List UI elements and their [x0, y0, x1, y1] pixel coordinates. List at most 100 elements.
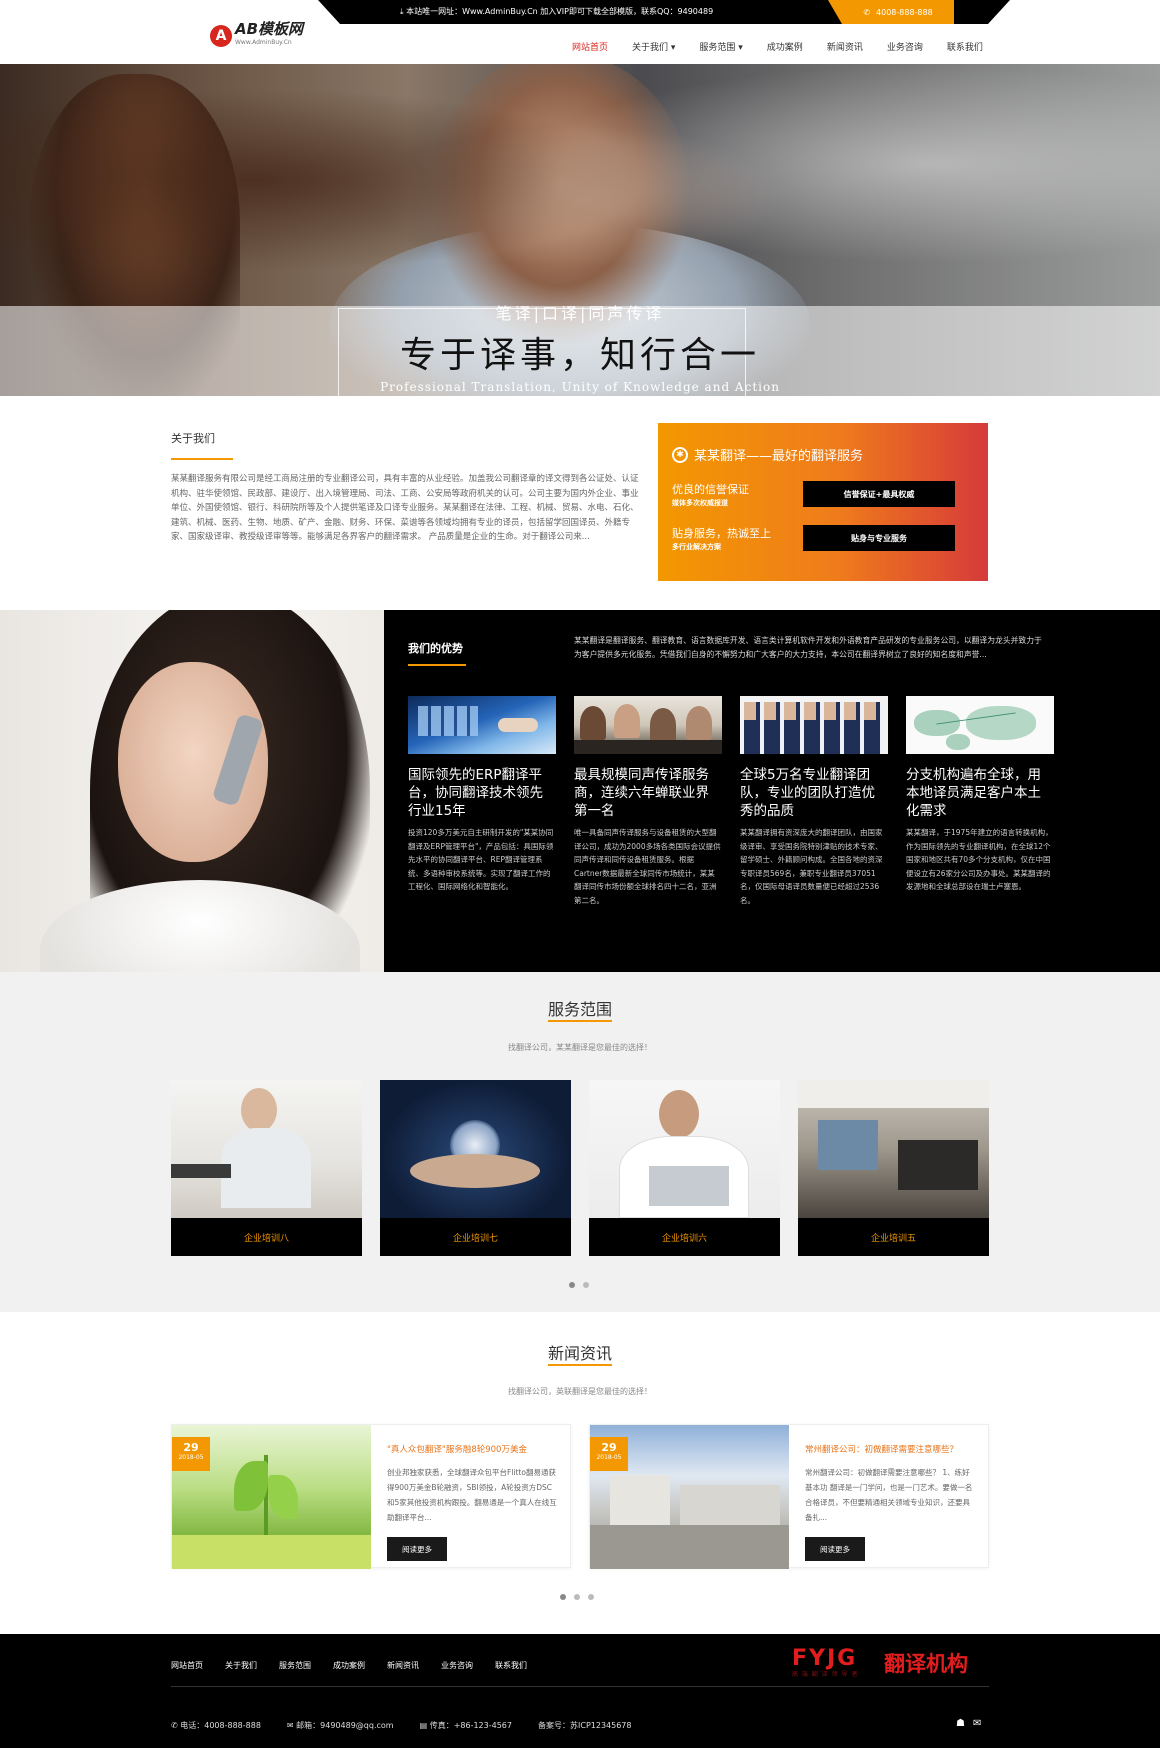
header-phone[interactable]: ✆ 4008-888-888 — [828, 0, 954, 24]
advantage-card[interactable]: 最具规模同声传译服务商，连续六年蝉联业界第一名 唯一具备同声传译服务与设备租赁的… — [574, 696, 722, 907]
services-title: 服务范围 — [547, 1000, 612, 1019]
nav-contact[interactable]: 联系我们 — [935, 40, 995, 53]
notice-text: ⤓ 本站唯一网址：Www.AdminBuy.Cn 加入VIP即可下载全部模版，联… — [400, 7, 714, 16]
news-card-title[interactable]: 常州翻译公司：初做翻译需要注意哪些？ — [805, 1443, 975, 1455]
footer-phone-text: 电话：4008-888-888 — [180, 1721, 261, 1730]
footer: 网站首页 关于我们 服务范围 成功案例 新闻资讯 业务咨询 联系我们 FYJG … — [0, 1634, 1160, 1748]
pagination-dot[interactable] — [569, 1282, 575, 1288]
footer-nav-consult[interactable]: 业务咨询 — [441, 1660, 473, 1671]
advantage-card-title: 最具规模同声传译服务商，连续六年蝉联业界第一名 — [574, 767, 709, 819]
news-date-badge: 29 2018-05 — [590, 1437, 628, 1471]
footer-phone: ✆ 电话：4008-888-888 — [171, 1720, 261, 1731]
about-title-underline — [171, 458, 233, 460]
service-line-1: 优良的信誉保证 — [672, 483, 749, 496]
notice-label: 本站唯一网址：Www.AdminBuy.Cn 加入VIP即可下载全部模版，联系Q… — [406, 7, 714, 16]
footer-nav-news[interactable]: 新闻资讯 — [387, 1660, 419, 1671]
about-title: 关于我们 — [171, 432, 215, 445]
pagination-dot[interactable] — [588, 1594, 594, 1600]
footer-logo-tagline: 高 端 翻 译 领 导 者 — [792, 1671, 859, 1678]
service-card[interactable]: 企业培训七 — [380, 1080, 571, 1256]
reputation-button[interactable]: 信誉保证+最具权威 — [803, 481, 955, 507]
advantages-underline — [408, 664, 466, 666]
footer-logo-cn: 翻译机构 — [884, 1652, 968, 1676]
logo-icon: A — [210, 25, 232, 47]
footer-nav-contact[interactable]: 联系我们 — [495, 1660, 527, 1671]
footer-nav-about[interactable]: 关于我们 — [225, 1660, 257, 1671]
footer-nav-cases[interactable]: 成功案例 — [333, 1660, 365, 1671]
nav-news[interactable]: 新闻资讯 — [815, 40, 875, 53]
news-date-month: 2018-05 — [178, 1454, 204, 1461]
service-card-label: 企业培训八 — [243, 1233, 289, 1244]
nav-home[interactable]: 网站首页 — [560, 40, 620, 53]
logo-title: AB模板网 — [235, 20, 304, 38]
footer-email: ✉ 邮箱：9490489@qq.com — [287, 1720, 394, 1731]
nav-cases[interactable]: 成功案例 — [755, 40, 815, 53]
nav-consult[interactable]: 业务咨询 — [875, 40, 935, 53]
advantage-card-text: 投资120多万美元自主研制开发的"某某协同翻译及ERP管理平台"，产品包括：具国… — [408, 828, 554, 891]
footer-nav-services[interactable]: 服务范围 — [279, 1660, 311, 1671]
advantage-card-text: 某某翻译拥有资深庞大的翻译团队，由国家级译审、享受国务院特别津贴的技术专家、留学… — [740, 828, 883, 905]
advantages-panel: 我们的优势 某某翻译是翻译服务、翻译教育、语言数据库开发、语言类计算机软件开发和… — [384, 610, 1160, 972]
service-card-label: 企业培训六 — [661, 1233, 707, 1244]
advantages-photo — [0, 610, 384, 972]
qq-icon[interactable]: ☗ — [956, 1718, 965, 1729]
service-image-hands — [380, 1080, 571, 1218]
news-subtitle: 找翻译公司，英联翻译是您最佳的选择！ — [508, 1387, 652, 1396]
news-date-day: 29 — [183, 1441, 199, 1454]
read-more-button[interactable]: 阅读更多 — [805, 1537, 865, 1561]
service-card[interactable]: 企业培训八 — [171, 1080, 362, 1256]
news-card-title[interactable]: "真人众包翻译"服务融8轮900万美金 — [387, 1443, 557, 1455]
footer-social-icons: ☗ ✉ — [956, 1718, 981, 1729]
professional-service-button[interactable]: 贴身与专业服务 — [803, 525, 955, 551]
logo-wordmark: AB模板网 Www.AdminBuy.Cn — [235, 22, 303, 50]
mail-icon[interactable]: ✉ — [973, 1718, 981, 1729]
service-card[interactable]: 企业培训五 — [798, 1080, 989, 1256]
top-header: ⤓ 本站唯一网址：Www.AdminBuy.Cn 加入VIP即可下载全部模版，联… — [0, 0, 1160, 64]
footer-nav: 网站首页 关于我们 服务范围 成功案例 新闻资讯 业务咨询 联系我们 — [171, 1660, 549, 1671]
nav-services[interactable]: 服务范围 ▾ — [687, 40, 754, 53]
logo-subtitle: Www.AdminBuy.Cn — [235, 39, 292, 46]
advantage-card[interactable]: 分支机构遍布全球，用本地译员满足客户本土化需求 某某翻译，于1975年建立的语言… — [906, 696, 1054, 894]
services-pagination — [569, 1282, 589, 1288]
advantage-image-worldmap — [906, 696, 1054, 754]
service-promo-box: ✱ 某某翻译——最好的翻译服务 优良的信誉保证 媒体多次权威报道 信誉保证+最具… — [658, 423, 988, 581]
footer-icp: 备案号：苏ICP12345678 — [538, 1720, 632, 1731]
footer-nav-home[interactable]: 网站首页 — [171, 1660, 203, 1671]
advantages-title: 我们的优势 — [408, 642, 463, 655]
advantage-card[interactable]: 国际领先的ERP翻译平台，协同翻译技术领先行业15年 投资120多万美元自主研制… — [408, 696, 556, 894]
advantage-card[interactable]: 全球5万名专业翻译团队，专业的团队打造优秀的品质 某某翻译拥有资深庞大的翻译团队… — [740, 696, 888, 907]
advantage-card-text: 唯一具备同声传译服务与设备租赁的大型翻译公司，成功为2000多场各类国际会议提供… — [574, 828, 721, 905]
pagination-dot[interactable] — [574, 1594, 580, 1600]
service-line-2: 贴身服务，热诚至上 — [672, 527, 771, 540]
news-card-excerpt: 创业邦独家获悉，全球翻译众包平台Flitto翻易通获得900万美金B轮融资，SB… — [387, 1468, 557, 1522]
pagination-dot[interactable] — [583, 1282, 589, 1288]
service-card[interactable]: 企业培训六 — [589, 1080, 780, 1256]
advantage-card-text: 某某翻译，于1975年建立的语言转换机构，作为国际领先的专业翻译机构，在全球12… — [906, 828, 1053, 891]
fax-icon: ▤ — [419, 1721, 430, 1730]
service-card-label: 企业培训七 — [452, 1233, 498, 1244]
advantage-card-title: 全球5万名专业翻译团队，专业的团队打造优秀的品质 — [740, 767, 875, 819]
news-date-day: 29 — [601, 1441, 617, 1454]
news-card[interactable]: 29 2018-05 常州翻译公司：初做翻译需要注意哪些？ 常州翻译公司：初做翻… — [589, 1424, 989, 1569]
service-promo-title: ✱ 某某翻译——最好的翻译服务 — [672, 445, 863, 464]
advantages-intro: 某某翻译是翻译服务、翻译教育、语言数据库开发、语言类计算机软件开发和外语教育产品… — [574, 636, 1042, 659]
service-card-label: 企业培训五 — [870, 1233, 916, 1244]
nav-about[interactable]: 关于我们 ▾ — [620, 40, 687, 53]
read-more-button[interactable]: 阅读更多 — [387, 1537, 447, 1561]
hero-subtitle: 笔译|口译|同声传译 — [0, 300, 1160, 324]
mail-icon: ✉ — [286, 1721, 297, 1730]
advantage-image-interpreters — [574, 696, 722, 754]
service-image-lobby — [798, 1080, 989, 1218]
advantage-image-tech — [408, 696, 556, 754]
pagination-dot[interactable] — [560, 1594, 566, 1600]
site-logo[interactable]: A AB模板网 Www.AdminBuy.Cn — [210, 22, 303, 50]
footer-logo: FYJG 高 端 翻 译 领 导 者 翻译机构 — [792, 1646, 968, 1678]
services-subtitle: 找翻译公司，某某翻译是您最佳的选择！ — [508, 1043, 652, 1052]
footer-logo-en: FYJG — [792, 1646, 858, 1671]
news-date-badge: 29 2018-05 — [172, 1437, 210, 1471]
service-promo-title-text: 某某翻译——最好的翻译服务 — [694, 449, 864, 464]
footer-contact-info: ✆ 电话：4008-888-888 ✉ 邮箱：9490489@qq.com ▤ … — [171, 1720, 658, 1731]
hero-title: 专于译事，知行合一 — [399, 335, 760, 376]
news-card[interactable]: 29 2018-05 "真人众包翻译"服务融8轮900万美金 创业邦独家获悉，全… — [171, 1424, 571, 1569]
service-line-2-sub: 多行业解决方案 — [672, 543, 721, 551]
